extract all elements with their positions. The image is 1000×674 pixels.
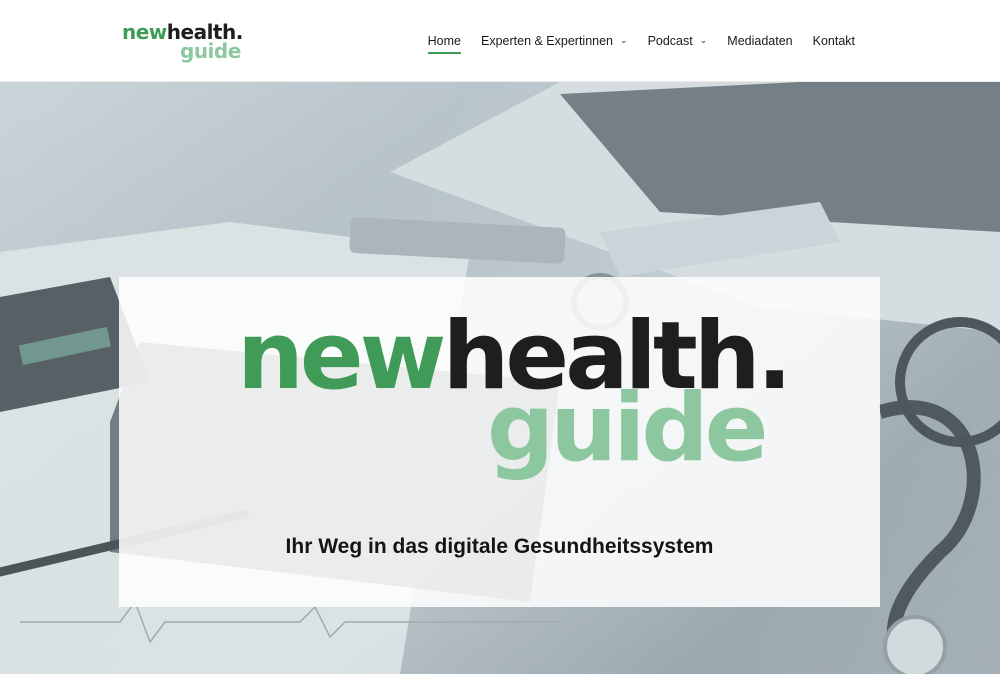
nav-item-label: Kontakt bbox=[812, 34, 855, 48]
nav-item-podcast[interactable]: Podcast ⌄ bbox=[638, 0, 718, 82]
nav-item-kontakt[interactable]: Kontakt bbox=[803, 0, 865, 82]
active-underline bbox=[427, 52, 461, 54]
nav-item-label: Home bbox=[427, 34, 461, 48]
chevron-down-icon: ⌄ bbox=[699, 34, 708, 45]
nav-item-home[interactable]: Home bbox=[418, 0, 471, 82]
chevron-down-icon: ⌄ bbox=[620, 34, 628, 45]
hero-tagline: Ihr Weg in das digitale Gesundheitssyste… bbox=[285, 535, 714, 558]
nav-item-experten[interactable]: Experten & Expertinnen ⌄ bbox=[471, 0, 638, 82]
hero-section: newhealth. guide Ihr Weg in das digitale… bbox=[0, 82, 1000, 674]
logo-guide-text: guide bbox=[180, 39, 241, 63]
main-nav: Home Experten & Expertinnen ⌄ Podcast ⌄ … bbox=[418, 0, 865, 82]
hero-card: newhealth. guide Ihr Weg in das digitale… bbox=[119, 277, 880, 607]
nav-item-label: Podcast bbox=[647, 34, 693, 48]
site-header: newhealth. guide Home Experten & Experti… bbox=[0, 0, 1000, 82]
nav-item-label: Experten & Expertinnen bbox=[480, 34, 614, 48]
nav-item-mediadaten[interactable]: Mediadaten bbox=[717, 0, 802, 82]
logo-new-text: new bbox=[122, 20, 167, 44]
hero-logo: newhealth. guide bbox=[237, 310, 792, 483]
hero-logo-guide-text: guide bbox=[487, 374, 768, 483]
site-logo[interactable]: newhealth. guide bbox=[122, 20, 243, 63]
hero-logo-new-text: new bbox=[237, 302, 447, 411]
nav-item-label: Mediadaten bbox=[727, 34, 793, 48]
